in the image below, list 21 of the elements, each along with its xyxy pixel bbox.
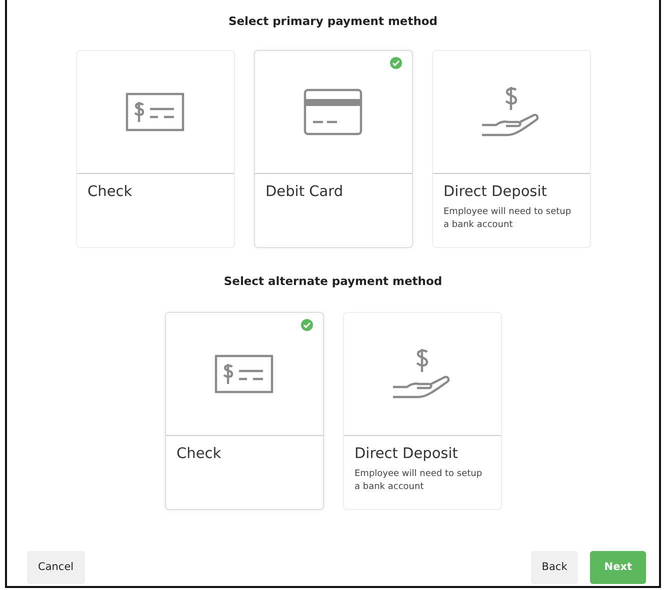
payment-option-card[interactable]: Direct Deposit Employee will need to setup a bank account	[432, 50, 590, 248]
option-label: Direct Deposit	[444, 184, 548, 200]
section-heading: Select alternate payment method	[224, 274, 442, 288]
credit-card-icon	[303, 88, 363, 136]
payment-option-card[interactable]: Debit Card	[254, 50, 412, 248]
option-label: Debit Card	[266, 184, 344, 200]
check-icon	[214, 354, 274, 394]
cancel-button[interactable]: Cancel	[27, 550, 85, 584]
option-label: Check	[176, 446, 222, 462]
option-label: Check	[88, 184, 134, 200]
payment-option-card[interactable]: Check	[76, 50, 234, 248]
option-label: Direct Deposit	[354, 446, 459, 462]
check-icon	[125, 92, 185, 132]
checkmark-icon	[390, 57, 402, 69]
payment-option-card[interactable]: Check	[164, 312, 324, 510]
option-description: Employee will need to setup a bank account	[354, 468, 484, 494]
section-heading: Select primary payment method	[228, 14, 438, 28]
option-description: Employee will need to setup a bank account	[444, 206, 572, 232]
checkmark-icon	[300, 319, 312, 331]
payment-option-card[interactable]: Direct Deposit Employee will need to setup a bank account	[342, 312, 502, 510]
back-button[interactable]: Back	[530, 550, 578, 584]
